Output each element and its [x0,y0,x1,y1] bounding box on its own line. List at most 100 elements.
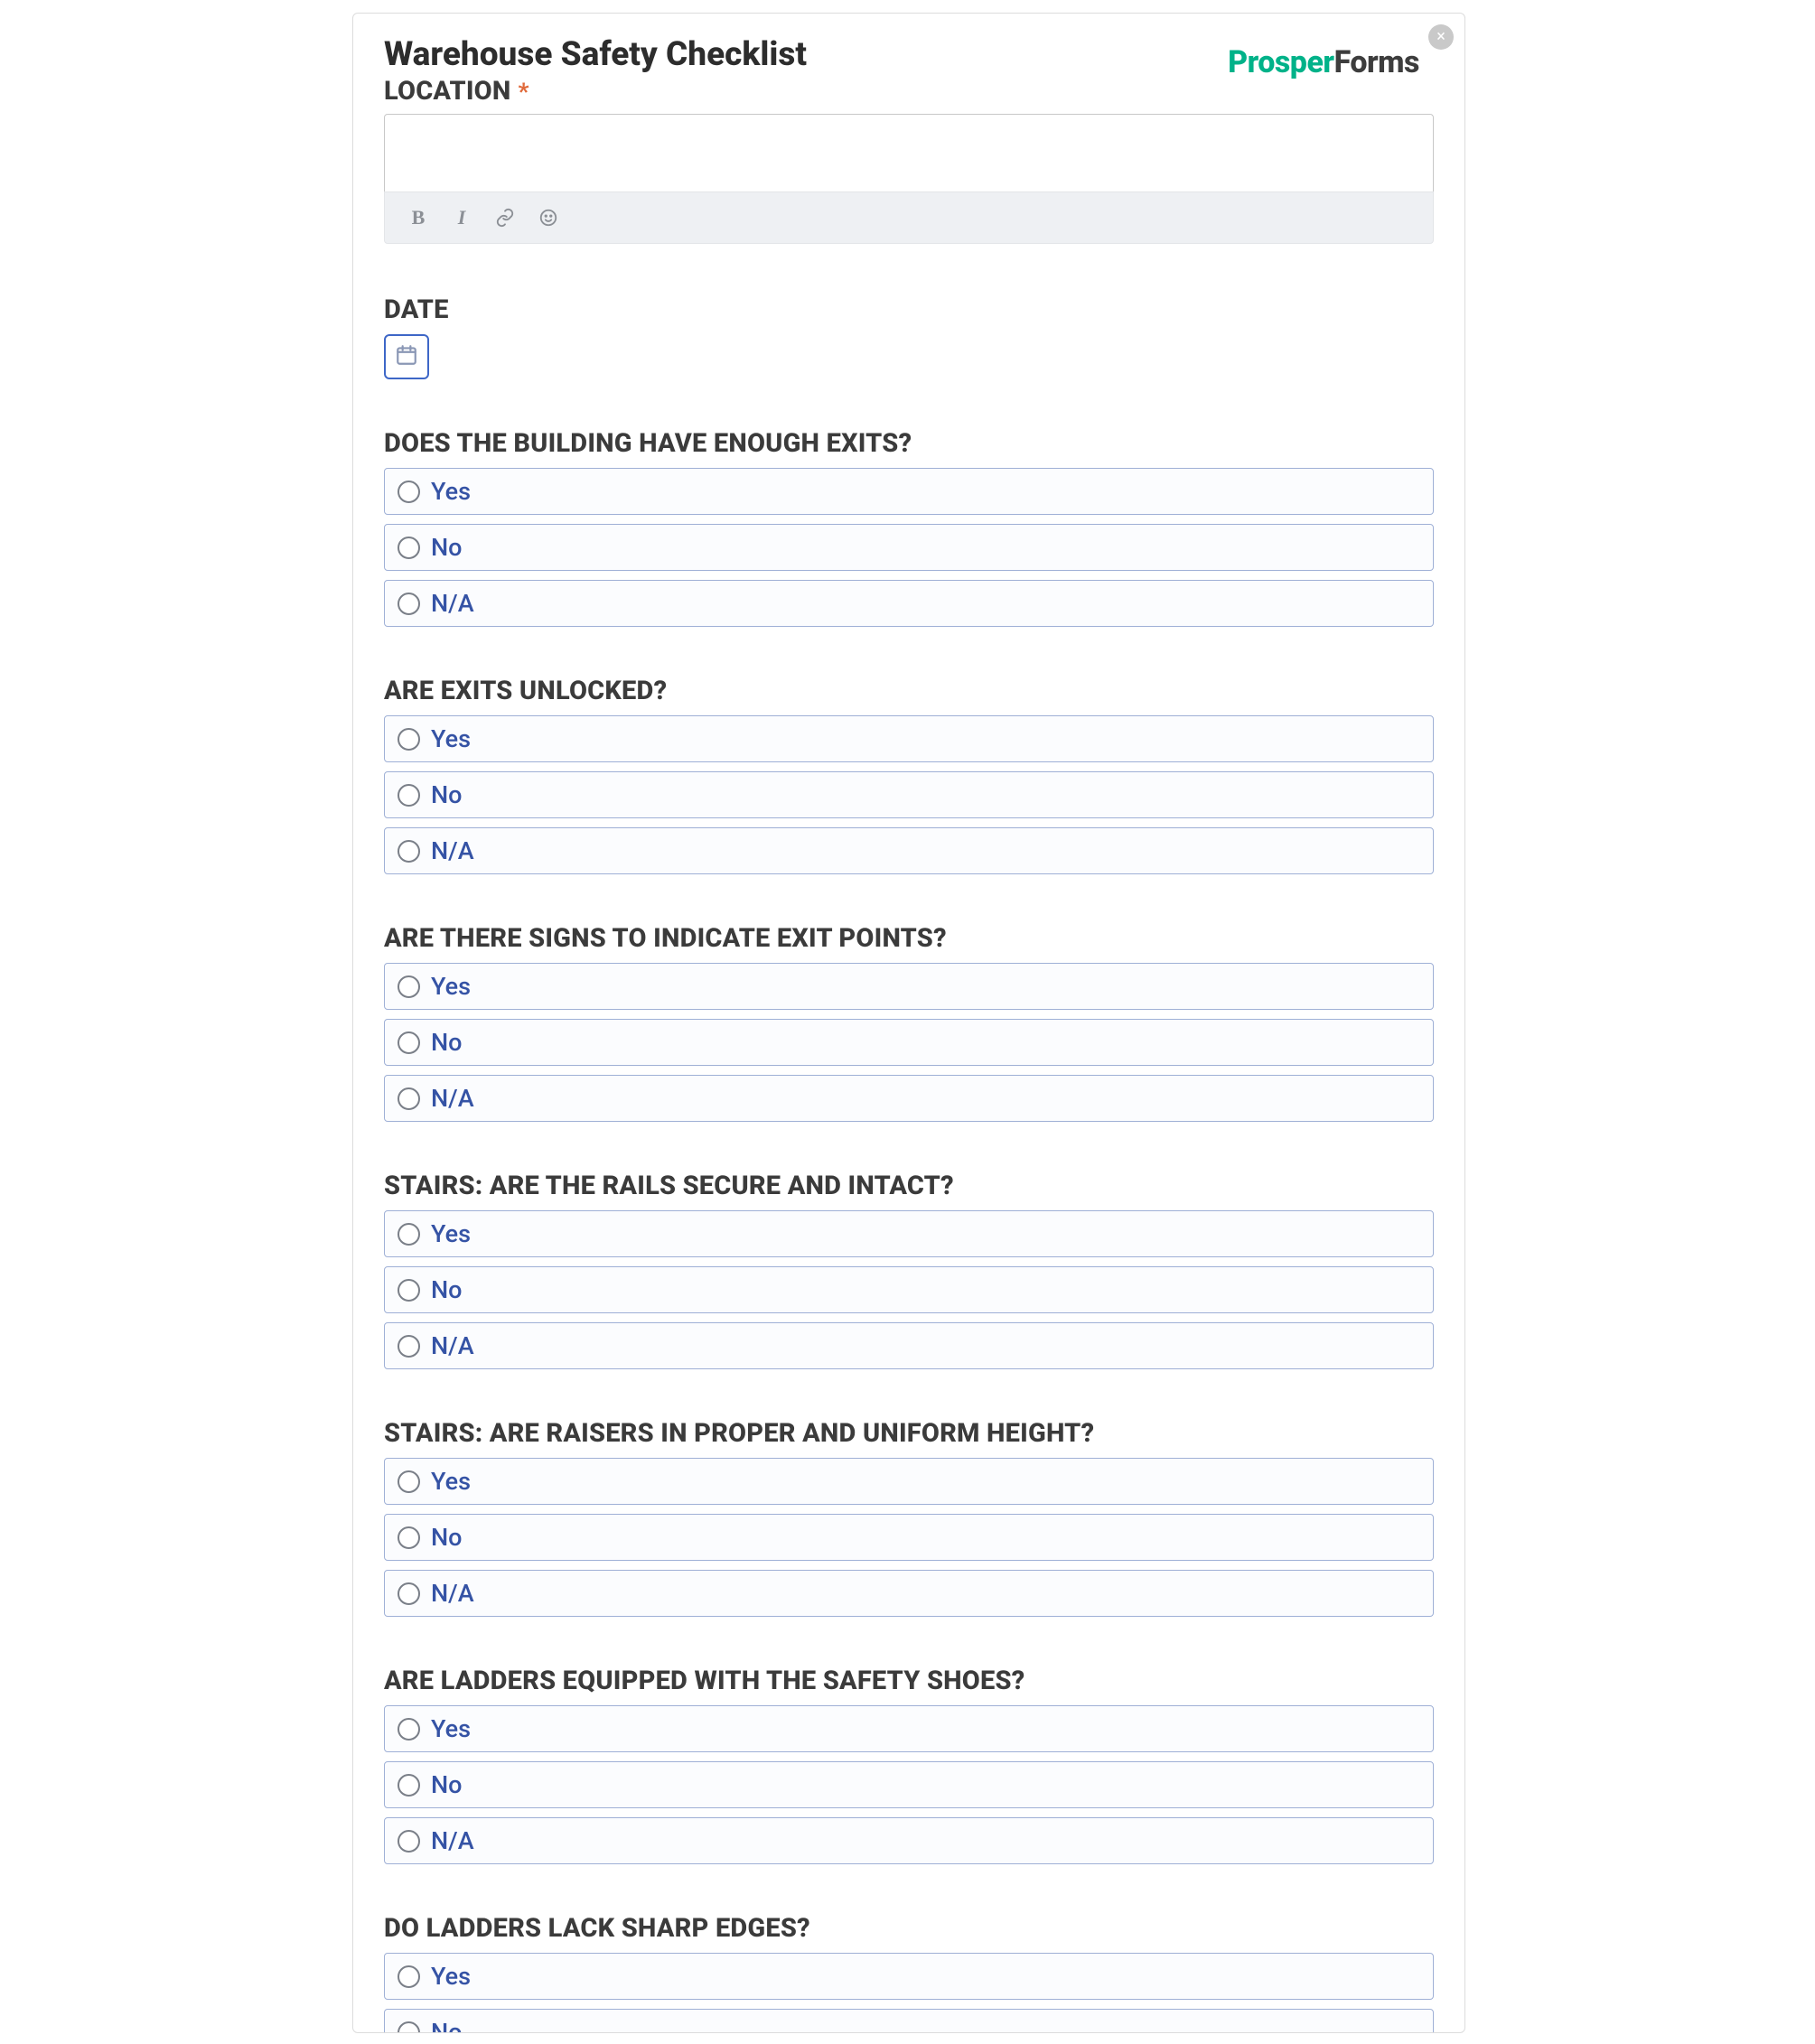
radio-icon [398,975,420,998]
close-button[interactable]: × [1428,24,1454,50]
italic-icon[interactable]: I [450,206,473,229]
radio-icon [398,1830,420,1853]
options-group: Yes No N/A [384,468,1434,627]
option-label: Yes [431,1219,471,1248]
radio-option-na[interactable]: N/A [384,1322,1434,1369]
radio-option-na[interactable]: N/A [384,580,1434,627]
option-label: Yes [431,477,471,506]
radio-icon [398,481,420,503]
radio-icon [398,728,420,751]
option-label: Yes [431,1962,471,1991]
option-label: Yes [431,972,471,1001]
question-block: ARE LADDERS EQUIPPED WITH THE SAFETY SHO… [384,1666,1434,1864]
location-input[interactable] [384,114,1434,191]
options-group: YesNoN/A [384,1953,1434,2033]
option-label: N/A [431,1084,474,1113]
radio-icon [398,1087,420,1110]
radio-option-yes[interactable]: Yes [384,1210,1434,1257]
form-panel: × ProsperForms Warehouse Safety Checklis… [352,13,1465,2033]
question-block: DOES THE BUILDING HAVE ENOUGH EXITS? Yes N… [384,428,1434,627]
option-label: No [431,1275,462,1304]
radio-option-na[interactable]: N/A [384,1570,1434,1617]
date-picker-button[interactable] [384,334,429,379]
date-label: DATE [384,294,1434,325]
logo-text-2: Forms [1334,44,1419,80]
radio-icon [398,1774,420,1797]
question-block: STAIRS: ARE RAISERS IN PROPER AND UNIFOR… [384,1418,1434,1617]
radio-icon [398,1582,420,1605]
radio-option-no[interactable]: No [384,1761,1434,1808]
option-label: N/A [431,836,474,865]
radio-option-no[interactable]: No [384,524,1434,571]
radio-icon [398,1031,420,1054]
close-icon: × [1436,29,1445,45]
option-label: Yes [431,724,471,753]
radio-option-yes[interactable]: Yes [384,1953,1434,2000]
radio-option-yes[interactable]: Yes [384,468,1434,515]
brand-logo: ProsperForms [1228,44,1419,80]
rich-text-toolbar: B I [384,191,1434,244]
radio-option-no[interactable]: No [384,1019,1434,1066]
option-label: Yes [431,1714,471,1743]
radio-icon [398,1279,420,1302]
option-label: No [431,1028,462,1057]
question-label: ARE LADDERS EQUIPPED WITH THE SAFETY SHO… [384,1666,1434,1696]
question-block: STAIRS: ARE THE RAILS SECURE AND INTACT?… [384,1171,1434,1369]
option-label: No [431,533,462,562]
radio-icon [398,1965,420,1988]
question-label: STAIRS: ARE RAISERS IN PROPER AND UNIFOR… [384,1418,1434,1449]
question-label: DOES THE BUILDING HAVE ENOUGH EXITS? [384,428,1434,459]
question-block: ARE THERE SIGNS TO INDICATE EXIT POINTS?… [384,923,1434,1122]
radio-option-no[interactable]: No [384,2009,1434,2033]
radio-option-na[interactable]: N/A [384,1817,1434,1864]
radio-icon [398,593,420,615]
option-label: No [431,1523,462,1552]
emoji-icon[interactable] [537,206,560,229]
radio-option-na[interactable]: N/A [384,1075,1434,1122]
radio-icon [398,1223,420,1246]
radio-option-yes[interactable]: Yes [384,1458,1434,1505]
radio-icon [398,1470,420,1493]
radio-option-no[interactable]: No [384,1266,1434,1313]
radio-icon [398,784,420,807]
radio-option-no[interactable]: No [384,1514,1434,1561]
radio-icon [398,2021,420,2034]
radio-option-no[interactable]: No [384,771,1434,818]
option-label: N/A [431,1826,474,1855]
rich-text-wrap: B I [384,114,1434,244]
options-group: Yes No N/A [384,715,1434,874]
option-label: N/A [431,1331,474,1360]
link-icon[interactable] [493,206,517,229]
options-group: Yes No N/A [384,963,1434,1122]
option-label: N/A [431,1579,474,1608]
questions-list: DOES THE BUILDING HAVE ENOUGH EXITS? Yes N… [384,428,1434,2033]
radio-option-yes[interactable]: Yes [384,1705,1434,1752]
question-block: ARE EXITS UNLOCKED? Yes No N/A [384,676,1434,874]
radio-option-yes[interactable]: Yes [384,715,1434,762]
form-body: Warehouse Safety Checklist LOCATION * B … [353,14,1464,2033]
question-block: DO LADDERS LACK SHARP EDGES?YesNoN/A [384,1913,1434,2033]
radio-icon [398,840,420,863]
option-label: No [431,1770,462,1799]
calendar-icon [395,343,418,370]
options-group: Yes No N/A [384,1210,1434,1369]
question-label: STAIRS: ARE THE RAILS SECURE AND INTACT? [384,1171,1434,1201]
required-indicator: * [518,79,529,106]
location-label: LOCATION [384,76,511,107]
radio-option-yes[interactable]: Yes [384,963,1434,1010]
option-label: No [431,780,462,809]
bold-icon[interactable]: B [407,206,430,229]
location-field: LOCATION * B I [384,76,1434,244]
options-group: Yes No N/A [384,1458,1434,1617]
radio-icon [398,1335,420,1358]
question-label: ARE EXITS UNLOCKED? [384,676,1434,706]
date-field: DATE [384,294,1434,379]
radio-icon [398,1718,420,1741]
option-label: No [431,2018,462,2033]
radio-icon [398,537,420,559]
radio-option-na[interactable]: N/A [384,827,1434,874]
option-label: Yes [431,1467,471,1496]
radio-icon [398,1526,420,1549]
logo-text-1: Prosper [1228,44,1334,80]
page-canvas: × ProsperForms Warehouse Safety Checklis… [0,0,1815,2044]
